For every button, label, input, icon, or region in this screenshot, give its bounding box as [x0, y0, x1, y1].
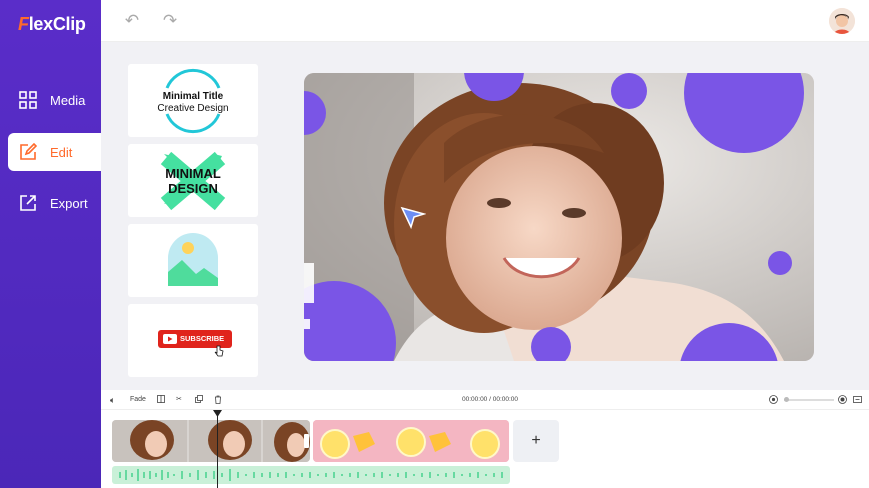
template-title-line1: Minimal Title [162, 91, 224, 102]
clip-thumbnails [112, 420, 310, 462]
image-placeholder-icon [168, 233, 218, 286]
undo-icon[interactable]: ↶ [123, 12, 141, 30]
sidebar-item-edit[interactable]: Edit [8, 133, 101, 171]
timeline: + [101, 410, 869, 488]
sidebar-item-label: Export [50, 195, 88, 211]
add-clip-button[interactable]: + [513, 420, 559, 462]
template-card-subscribe[interactable]: SUBSCRIBE [128, 304, 258, 377]
duplicate-icon[interactable] [195, 395, 203, 405]
zoom-in-icon[interactable] [838, 395, 847, 405]
template-card-minimal-design[interactable]: MINIMAL DESIGN [128, 144, 258, 217]
playhead-handle[interactable] [213, 410, 222, 417]
video-preview[interactable] [304, 73, 814, 361]
volume-icon[interactable]: 🔈︎ [110, 395, 115, 405]
timecode: 00:00:00 / 00:00:00 [462, 396, 519, 403]
scissors-icon[interactable]: ✂ [176, 395, 182, 405]
zoom-slider[interactable] [784, 397, 834, 402]
audio-track[interactable] [112, 466, 510, 484]
video-clip-1[interactable] [112, 420, 310, 462]
edit-icon [18, 142, 38, 162]
lemon-thumbnails [313, 420, 509, 462]
template-card-minimal-title[interactable]: Minimal Title Creative Design [128, 64, 258, 137]
avatar[interactable] [829, 8, 855, 34]
fit-icon[interactable] [853, 395, 862, 405]
cursor-arrow-icon [400, 206, 426, 230]
editor-content: Minimal Title Creative Design MINIMAL DE… [101, 42, 869, 390]
flexclip-app: FlexClip Media Edit Export ↶ ↷ Minimal T… [0, 0, 869, 488]
zoom-slider-handle[interactable] [784, 397, 789, 402]
preview-image [304, 73, 814, 361]
logo-text: lexClip [28, 14, 86, 34]
timeline-toolbar: 🔈︎ Fade ✂ 00:00:00 / 00:00:00 [101, 390, 869, 410]
split-icon[interactable] [157, 395, 165, 405]
template-design-line2: DESIGN [168, 181, 218, 196]
template-card-image[interactable] [128, 224, 258, 297]
playhead[interactable] [213, 410, 222, 488]
redo-icon[interactable]: ↷ [161, 12, 179, 30]
sidebar-item-label: Media [50, 92, 86, 108]
sidebar: FlexClip Media Edit Export [0, 0, 101, 488]
subscribe-label: SUBSCRIBE [180, 334, 225, 343]
sidebar-item-export[interactable]: Export [8, 184, 101, 222]
top-bar: ↶ ↷ [101, 0, 869, 42]
audio-waveform [119, 469, 503, 481]
zoom-out-icon[interactable] [769, 395, 778, 405]
sidebar-item-label: Edit [50, 144, 73, 160]
fade-button[interactable]: Fade [130, 395, 146, 405]
template-design-line1: MINIMAL [165, 166, 221, 181]
grid-icon [18, 90, 38, 110]
template-title-line2: Creative Design [157, 103, 229, 114]
export-icon [18, 193, 38, 213]
youtube-icon [163, 334, 177, 344]
app-logo[interactable]: FlexClip [18, 14, 86, 35]
sidebar-item-media[interactable]: Media [8, 81, 101, 119]
logo-mark: F [18, 14, 29, 34]
pointer-cursor-icon [214, 345, 224, 357]
video-clip-2[interactable] [313, 420, 509, 462]
trash-icon[interactable] [214, 395, 222, 405]
